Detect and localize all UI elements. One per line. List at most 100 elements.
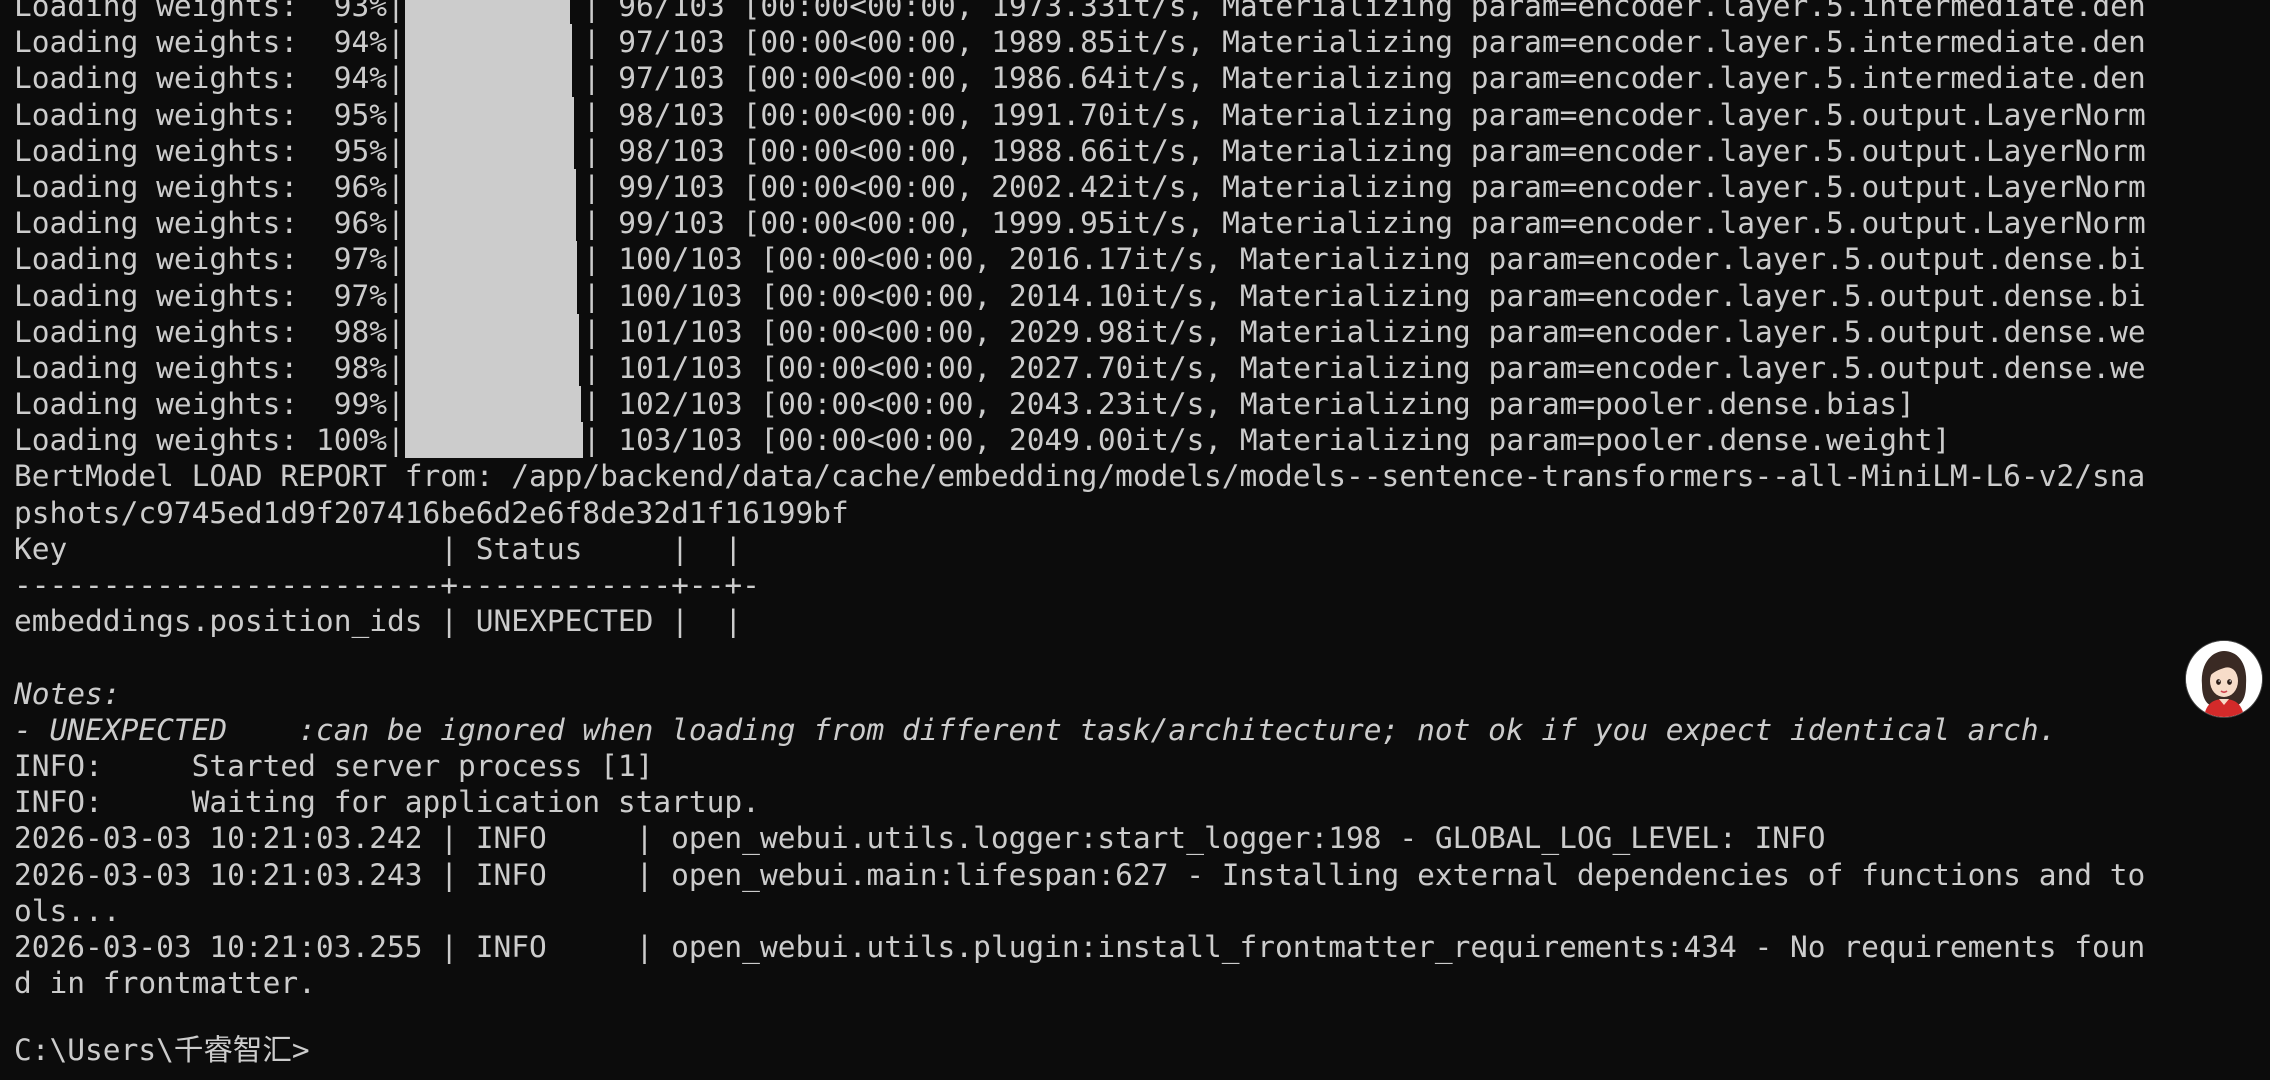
log-line: INFO: Started server process [1] xyxy=(14,748,654,783)
report-table-row: embeddings.position_ids | UNEXPECTED | | xyxy=(14,604,743,639)
progress-count: 100/103 xyxy=(618,278,743,313)
progress-stats: [00:00<00:00, 1988.66it/s, Materializing… xyxy=(742,133,2146,168)
progress-bar xyxy=(404,422,583,459)
progress-stats: [00:00<00:00, 2029.98it/s, Materializing… xyxy=(760,314,2146,349)
progress-stats: [00:00<00:00, 2027.70it/s, Materializing… xyxy=(760,350,2146,385)
progress-percent: 93% xyxy=(315,0,387,23)
progress-row: Loading weights: 97% | | 100/103 [00:00<00… xyxy=(14,241,2146,278)
progress-bar xyxy=(404,24,583,61)
progress-log: Loading weights: 93% | | 96/103 [00:00<00:… xyxy=(14,0,2254,459)
progress-bar xyxy=(404,313,583,350)
progress-percent: 99% xyxy=(315,387,387,422)
progress-row: Loading weights: 98% | | 101/103 [00:00<00… xyxy=(14,349,2146,387)
progress-row: Loading weights: 96% | | 99/103 [00:00<00:… xyxy=(14,168,2146,206)
progress-bar-fill xyxy=(404,205,576,242)
progress-percent: 95% xyxy=(315,133,387,168)
progress-label: Loading weights: xyxy=(14,169,299,204)
progress-bar xyxy=(404,60,583,97)
progress-bar-fill xyxy=(404,349,580,387)
terminal-output: Loading weights: 93% | | 96/103 [00:00<00:… xyxy=(14,0,2254,1001)
progress-row: Loading weights: 96% | | 99/103 [00:00<00:… xyxy=(14,205,2146,242)
progress-label: Loading weights: xyxy=(14,61,299,96)
progress-bar xyxy=(404,241,583,278)
progress-row: Loading weights: 94% | | 97/103 [00:00<00:… xyxy=(14,60,2146,97)
progress-percent: 96% xyxy=(315,206,387,241)
progress-percent: 98% xyxy=(315,350,387,385)
assistant-avatar-icon[interactable] xyxy=(2186,641,2262,717)
progress-count: 97/103 xyxy=(618,25,725,60)
report-line: BertModel LOAD REPORT from: /app/backend… xyxy=(14,459,2146,494)
progress-label: Loading weights: xyxy=(14,278,299,313)
notes-line: - UNEXPECTED :can be ignored when loadin… xyxy=(14,712,2057,747)
progress-bar-fill xyxy=(404,277,578,314)
progress-row: Loading weights: 95% | | 98/103 [00:00<00:… xyxy=(14,96,2146,133)
progress-bar xyxy=(404,132,583,169)
progress-stats: [00:00<00:00, 2049.00it/s, Materializing… xyxy=(760,423,1951,458)
progress-bar-fill xyxy=(404,241,578,278)
log-line-continuation: ols... xyxy=(14,893,121,928)
progress-label: Loading weights: xyxy=(14,387,299,422)
progress-bar xyxy=(404,168,583,206)
progress-count: 101/103 xyxy=(618,350,743,385)
log-line: INFO: Waiting for application startup. xyxy=(14,785,760,820)
progress-bar-fill xyxy=(404,168,576,206)
progress-percent: 94% xyxy=(315,61,387,96)
progress-row: Loading weights: 93% | | 96/103 [00:00<00:… xyxy=(14,0,2254,25)
progress-percent: 97% xyxy=(315,242,387,277)
progress-stats: [00:00<00:00, 1986.64it/s, Materializing… xyxy=(742,61,2146,96)
progress-stats: [00:00<00:00, 2016.17it/s, Materializing… xyxy=(760,242,2146,277)
progress-label: Loading weights: xyxy=(14,25,299,60)
progress-percent: 97% xyxy=(315,278,387,313)
report-table-header: Key | Status | | xyxy=(14,531,743,566)
progress-count: 99/103 xyxy=(618,206,725,241)
progress-bar-fill xyxy=(404,60,573,97)
progress-bar xyxy=(404,0,583,25)
progress-count: 103/103 xyxy=(618,423,743,458)
log-line: 2026-03-03 10:21:03.242 | INFO | open_we… xyxy=(14,821,1826,856)
progress-label: Loading weights: xyxy=(14,133,299,168)
progress-stats: [00:00<00:00, 2043.23it/s, Materializing… xyxy=(760,387,1915,422)
progress-label: Loading weights: xyxy=(14,97,299,132)
progress-row: Loading weights: 95% | | 98/103 [00:00<00:… xyxy=(14,132,2146,169)
progress-count: 97/103 xyxy=(618,61,725,96)
progress-percent: 94% xyxy=(315,25,387,60)
log-line-continuation: d in frontmatter. xyxy=(14,966,316,1001)
command-prompt[interactable]: C:\Users\千睿智汇> xyxy=(14,1030,310,1070)
progress-stats: [00:00<00:00, 1973.33it/s, Materializing… xyxy=(742,0,2146,23)
progress-bar-fill xyxy=(404,24,573,61)
report-table-separator: ------------------------+------------+--… xyxy=(14,568,760,602)
progress-row: Loading weights: 97% | | 100/103 [00:00<00… xyxy=(14,277,2146,314)
log-line: 2026-03-03 10:21:03.255 | INFO | open_we… xyxy=(14,929,2146,964)
terminal-window[interactable]: Loading weights: 93% | | 96/103 [00:00<00:… xyxy=(0,0,2270,1080)
progress-row: Loading weights: 100% | | 103/103 [00:00<0… xyxy=(14,422,1951,459)
progress-bar xyxy=(404,386,583,423)
progress-bar-fill xyxy=(404,422,583,459)
notes-title: Notes: xyxy=(14,676,121,711)
progress-bar-fill xyxy=(404,313,580,350)
progress-percent: 95% xyxy=(315,97,387,132)
progress-label: Loading weights: xyxy=(14,0,299,23)
progress-count: 96/103 xyxy=(618,0,725,23)
progress-label: Loading weights: xyxy=(14,242,299,277)
progress-count: 99/103 xyxy=(618,169,725,204)
progress-stats: [00:00<00:00, 2014.10it/s, Materializing… xyxy=(760,278,2146,313)
progress-label: Loading weights: xyxy=(14,206,299,241)
progress-bar xyxy=(404,277,583,314)
avatar-illustration xyxy=(2186,641,2262,717)
report-path-continuation: pshots/c9745ed1d9f207416be6d2e6f8de32d1f… xyxy=(14,495,849,530)
progress-bar-fill xyxy=(404,132,574,169)
progress-bar xyxy=(404,96,583,133)
progress-row: Loading weights: 99% | | 102/103 [00:00<00… xyxy=(14,386,1915,423)
log-line: 2026-03-03 10:21:03.243 | INFO | open_we… xyxy=(14,857,2146,892)
progress-stats: [00:00<00:00, 1989.85it/s, Materializing… xyxy=(742,25,2146,60)
progress-bar xyxy=(404,349,583,387)
progress-count: 98/103 xyxy=(618,97,725,132)
progress-count: 98/103 xyxy=(618,133,725,168)
progress-percent: 100% xyxy=(315,423,387,458)
progress-stats: [00:00<00:00, 1991.70it/s, Materializing… xyxy=(742,97,2146,132)
progress-row: Loading weights: 98% | | 101/103 [00:00<00… xyxy=(14,313,2146,350)
progress-percent: 96% xyxy=(315,169,387,204)
progress-bar-fill xyxy=(404,0,571,25)
progress-stats: [00:00<00:00, 1999.95it/s, Materializing… xyxy=(742,206,2146,241)
